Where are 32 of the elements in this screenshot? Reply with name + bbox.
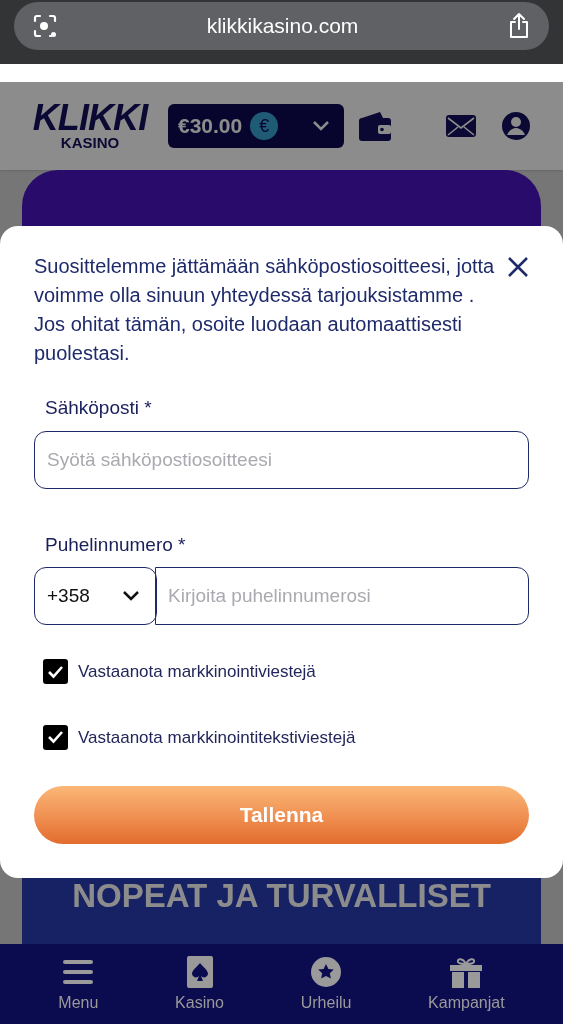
nav-tab[interactable]: Urheilu [300,956,352,1015]
checkbox[interactable] [43,659,68,685]
checkbox-label: Vastaanota markkinointitekstiviestejä [78,726,356,749]
nav-tab[interactable]: Kampanjat [428,956,505,1015]
modal-message: Suosittelemme jättämään sähköpostiosoitteesi, jotta voimme olla sinuun yhteydessä tarjouksistamme . Jos ohitat tämän, osoite luodaan automaattisesti puolestasi. [34,254,496,366]
url-text: klikkikasino.com [206,14,359,38]
currency-badge: € [250,112,279,140]
field-label: Sähköposti * [45,396,153,420]
user-icon[interactable] [501,111,531,141]
close-icon[interactable] [507,256,529,278]
promo-heading: NOPEAT JA TURVALLISET [72,876,491,916]
star-badge-icon [309,956,344,989]
gift-icon [449,956,484,989]
nav-tab[interactable]: Kasino [175,956,224,1015]
field-label: Puhelinnumero * [45,532,187,557]
checkbox[interactable] [43,724,68,750]
check-icon [47,730,64,745]
country-code-dropdown[interactable]: +358 [34,567,157,625]
wallet-icon[interactable] [358,110,392,142]
checkbox-label: Vastaanota markkinointiviestejä [78,661,316,683]
chevron-down-icon [122,590,140,602]
email-field[interactable]: Syötä sähköpostiosoitteesi [34,430,529,489]
check-icon [47,664,64,679]
share-icon[interactable] [507,12,531,40]
address-bar[interactable]: klikkikasino.com [14,2,549,50]
mail-icon[interactable] [445,114,477,138]
phone-field[interactable]: Kirjoita puhelinnumerosi [155,567,529,625]
balance-dropdown[interactable]: €30.00 € [168,104,344,148]
nav-tab[interactable]: Menu [58,956,99,1015]
camera-icon[interactable] [32,13,58,39]
chevron-down-icon [312,120,330,132]
logo[interactable]: KLIKKI KASINO [22,101,158,151]
